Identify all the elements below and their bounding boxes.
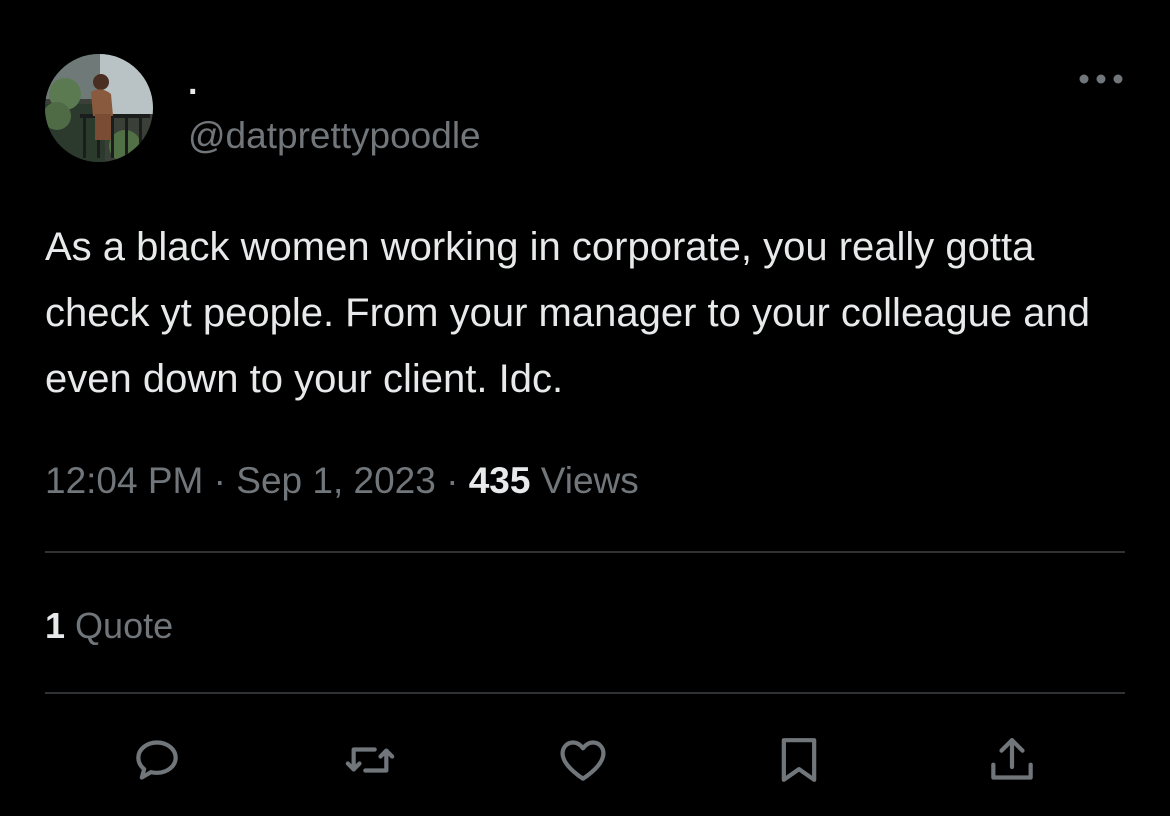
avatar-image [45, 54, 153, 162]
retweet-icon [345, 747, 395, 773]
tweet-time[interactable]: 12:04 PM [45, 460, 203, 501]
bookmark-icon [781, 738, 817, 782]
views-count: 435 [468, 460, 531, 501]
divider [45, 551, 1125, 553]
reply-icon [136, 740, 178, 780]
views-label: Views [540, 460, 639, 501]
tweet-text: As a black women working in corporate, y… [45, 225, 1091, 401]
meta-separator: · [446, 460, 459, 501]
like-button[interactable] [551, 728, 615, 792]
reply-button[interactable] [125, 728, 189, 792]
display-name[interactable]: · [188, 72, 199, 112]
heart-icon [560, 740, 606, 781]
more-horizontal-icon [1079, 74, 1123, 84]
share-button[interactable] [980, 728, 1044, 792]
quotes-label: Quote [75, 605, 174, 646]
retweet-button[interactable] [338, 728, 402, 792]
user-handle[interactable]: @datprettypoodle [188, 114, 481, 158]
tweet-meta: 12:04 PM · Sep 1, 2023 · 435 Views [45, 458, 639, 504]
divider [45, 692, 1125, 694]
tweet-detail: · @datprettypoodle As a black women work… [0, 0, 1170, 816]
avatar[interactable] [45, 54, 153, 162]
quotes-count: 1 [45, 605, 66, 646]
quotes-stat[interactable]: 1 Quote [45, 604, 173, 648]
bookmark-button[interactable] [767, 728, 831, 792]
meta-separator: · [213, 460, 226, 501]
share-icon [991, 738, 1033, 780]
tweet-date[interactable]: Sep 1, 2023 [236, 460, 436, 501]
more-options-button[interactable] [1076, 62, 1126, 96]
